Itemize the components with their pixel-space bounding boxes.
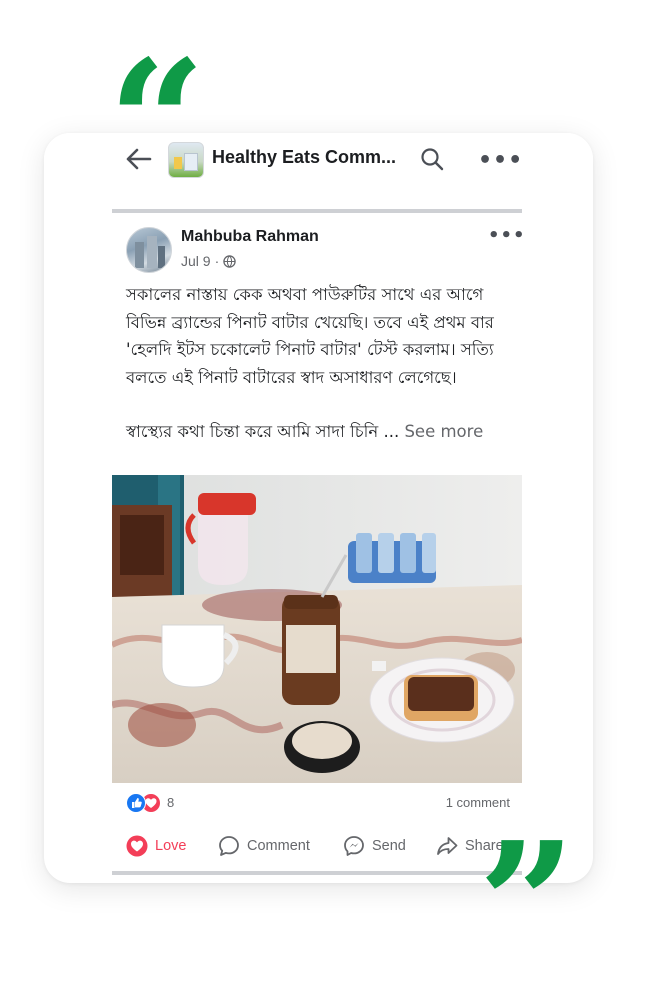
reaction-count: 8 [167,795,175,810]
like-reaction-icon [126,793,146,813]
open-quote-mark: “ [108,23,206,223]
post-action-bar: Love Comment Send Share [126,833,512,861]
post-paragraph-2-text: স্বাস্থ্যের কথা চিন্তা করে আমি সাদা চিনি… [126,422,400,441]
post-options-button[interactable]: ••• [488,225,526,246]
messenger-icon [344,836,364,856]
send-label: Send [372,838,406,854]
group-title[interactable]: Healthy Eats Comm... [212,147,396,168]
see-more-link[interactable]: See more [404,422,483,441]
breakfast-photo-illustration [112,475,522,783]
post-date[interactable]: Jul 9 [181,253,211,269]
love-button[interactable]: Love [126,835,186,857]
meta-separator: · [214,253,220,269]
facebook-post-card: Healthy Eats Comm... ••• Like Comment Se… [44,133,593,883]
share-arrow-icon [437,837,458,855]
love-icon [126,835,148,857]
avatar[interactable] [126,227,172,273]
comment-button[interactable]: Comment [218,835,310,857]
search-icon[interactable] [420,147,444,171]
comment-label: Comment [247,838,310,854]
love-label: Love [155,838,187,854]
more-horizontal-icon[interactable]: ••• [478,148,523,173]
send-button[interactable]: Send [343,835,406,857]
divider [112,871,522,875]
globe-icon [223,254,236,268]
post-paragraph-2: স্বাস্থ্যের কথা চিন্তা করে আমি সাদা চিনি… [126,418,526,446]
reactions-summary[interactable]: 8 1 comment [126,792,512,814]
post-body: সকালের নাস্তায় কেক অথবা পাউরুটির সাথে এ… [126,281,526,446]
comment-bubble-icon [219,836,239,856]
post-paragraph-1: সকালের নাস্তায় কেক অথবা পাউরুটির সাথে এ… [126,285,494,387]
close-quote-mark: ” [478,805,576,1005]
post-photo[interactable] [112,475,522,783]
post-author[interactable]: Mahbuba Rahman [181,228,319,246]
post-meta: Jul 9 · [181,253,236,269]
